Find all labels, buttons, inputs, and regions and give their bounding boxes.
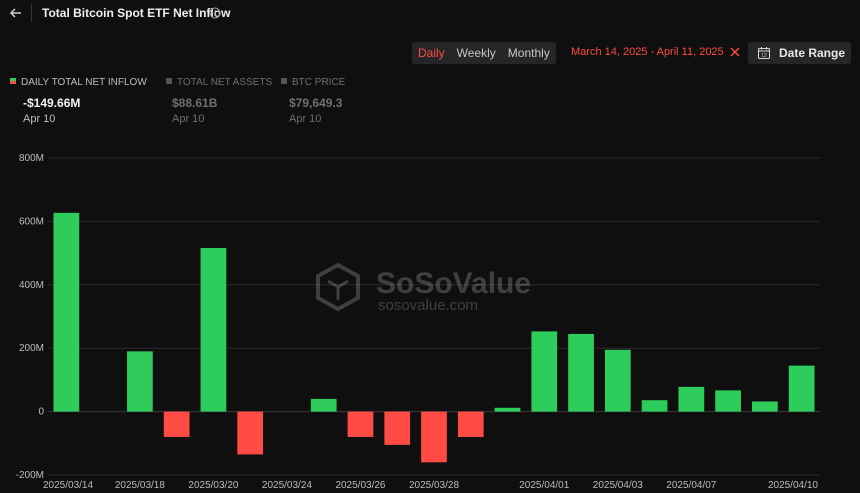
legend-item-daily-net-inflow[interactable]: DAILY TOTAL NET INFLOW: [10, 77, 147, 88]
info-circle-icon[interactable]: [209, 7, 221, 19]
legend-item-total-net-assets[interactable]: TOTAL NET ASSETS: [166, 77, 272, 88]
bar[interactable]: [494, 407, 521, 412]
svg-text:12: 12: [761, 53, 767, 59]
x-tick-label: 2025/04/10: [768, 480, 818, 491]
x-tick-label: 2025/03/14: [43, 480, 93, 491]
watermark-url: sosovalue.com: [378, 297, 478, 314]
y-tick-label: 0: [38, 407, 44, 418]
bar[interactable]: [127, 351, 153, 412]
legend-swatch-btc: [281, 78, 287, 84]
legend-swatch-inflow: [10, 78, 16, 84]
x-tick-label: 2025/03/18: [115, 480, 165, 491]
bar[interactable]: [53, 212, 80, 412]
y-tick-label: 200M: [19, 343, 44, 354]
x-tick-label: 2025/03/28: [409, 480, 459, 491]
bar[interactable]: [237, 411, 264, 455]
period-weekly-button[interactable]: Weekly: [451, 42, 502, 64]
bar[interactable]: [751, 401, 778, 412]
period-monthly-button[interactable]: Monthly: [502, 42, 556, 64]
bar[interactable]: [641, 400, 668, 412]
bar[interactable]: [200, 248, 227, 412]
bar[interactable]: [678, 386, 705, 412]
calendar-icon: 12: [758, 47, 770, 59]
y-tick-label: 600M: [19, 216, 44, 227]
bar[interactable]: [788, 365, 815, 412]
period-daily-button[interactable]: Daily: [412, 42, 451, 64]
watermark-name: SoSoValue: [376, 267, 531, 300]
legend-swatch-assets: [166, 78, 172, 84]
bar[interactable]: [384, 411, 411, 445]
x-axis-ticks: 2025/03/14 2025/03/18 2025/03/20 2025/03/24…: [43, 480, 818, 491]
bar[interactable]: [457, 411, 484, 437]
bar[interactable]: [347, 411, 374, 437]
legend-label: BTC PRICE: [292, 77, 346, 88]
bar[interactable]: [715, 390, 741, 412]
x-tick-label: 2025/04/07: [666, 480, 716, 491]
bar[interactable]: [163, 411, 190, 437]
legend-date-daily-net-inflow: Apr 10: [23, 113, 56, 125]
header-divider: [31, 4, 32, 22]
legend-value-btc-price: $79,649.3: [289, 96, 343, 110]
sosovalue-watermark: SoSoValue sosovalue.com: [316, 262, 531, 314]
close-x-icon[interactable]: [729, 46, 741, 58]
x-tick-label: 2025/04/03: [593, 480, 643, 491]
legend-item-btc-price[interactable]: BTC PRICE: [281, 77, 345, 88]
sosovalue-logo-icon: [316, 262, 360, 312]
bar[interactable]: [421, 411, 447, 463]
y-tick-label: 800M: [19, 153, 44, 164]
page-title: Total Bitcoin Spot ETF Net Inflow: [42, 6, 231, 20]
arrow-left-icon[interactable]: [8, 5, 24, 21]
y-axis-ticks: 800M 600M 400M 200M 0 -200M: [16, 153, 45, 481]
legend-label: TOTAL NET ASSETS: [177, 77, 273, 88]
bar[interactable]: [531, 331, 558, 412]
date-range-label: Date Range: [779, 46, 846, 60]
date-range-button[interactable]: 12 Date Range: [748, 42, 851, 64]
legend-value-total-net-assets: $88.61B: [172, 96, 218, 110]
bar-series: [53, 212, 815, 463]
legend-value-daily-net-inflow: -$149.66M: [23, 96, 81, 110]
date-range-text[interactable]: March 14, 2025 - April 11, 2025: [571, 46, 724, 58]
x-tick-label: 2025/03/20: [188, 480, 238, 491]
legend-label: DAILY TOTAL NET INFLOW: [21, 77, 147, 88]
period-toggle-group: Daily Weekly Monthly: [412, 42, 556, 64]
bar[interactable]: [604, 349, 631, 412]
x-tick-label: 2025/04/01: [519, 480, 569, 491]
header-bar: Total Bitcoin Spot ETF Net Inflow: [0, 0, 860, 28]
bar[interactable]: [310, 398, 337, 412]
legend-date-btc-price: Apr 10: [289, 113, 322, 125]
legend-date-total-net-assets: Apr 10: [172, 113, 205, 125]
y-tick-label: 400M: [19, 280, 44, 291]
y-tick-label: -200M: [16, 470, 44, 481]
net-inflow-bar-chart: 800M 600M 400M 200M 0 -200M SoSoValue sosoval…: [16, 153, 820, 491]
x-tick-label: 2025/03/26: [335, 480, 385, 491]
bar[interactable]: [568, 333, 594, 412]
x-tick-label: 2025/03/24: [262, 480, 312, 491]
